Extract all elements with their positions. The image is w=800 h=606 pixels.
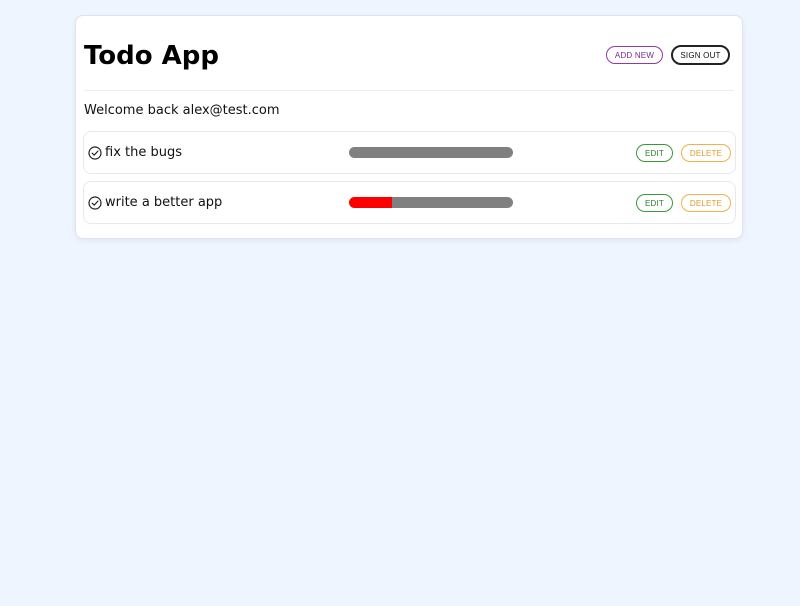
sign-out-button[interactable]: SIGN OUT (671, 45, 730, 65)
app-header: Todo App ADD NEW SIGN OUT (84, 16, 734, 91)
todo-actions: EDIT DELETE (636, 144, 731, 162)
check-circle-icon[interactable] (88, 196, 102, 210)
delete-button[interactable]: DELETE (681, 194, 731, 212)
progress-bar (349, 197, 513, 208)
welcome-message: Welcome back alex@test.com (84, 103, 280, 118)
edit-button[interactable]: EDIT (636, 144, 673, 162)
todo-label: fix the bugs (105, 145, 182, 160)
todo-item: fix the bugs EDIT DELETE (83, 131, 736, 174)
todo-item: write a better app EDIT DELETE (83, 181, 736, 224)
todo-actions: EDIT DELETE (636, 194, 731, 212)
progress-bar (349, 147, 513, 158)
header-actions: ADD NEW SIGN OUT (606, 45, 730, 65)
check-circle-icon[interactable] (88, 146, 102, 160)
page-title: Todo App (84, 41, 220, 71)
todo-card: Todo App ADD NEW SIGN OUT Welcome back a… (75, 15, 743, 239)
progress-fill (349, 197, 392, 208)
edit-button[interactable]: EDIT (636, 194, 673, 212)
delete-button[interactable]: DELETE (681, 144, 731, 162)
add-new-button[interactable]: ADD NEW (606, 46, 663, 64)
todo-label: write a better app (105, 195, 223, 210)
